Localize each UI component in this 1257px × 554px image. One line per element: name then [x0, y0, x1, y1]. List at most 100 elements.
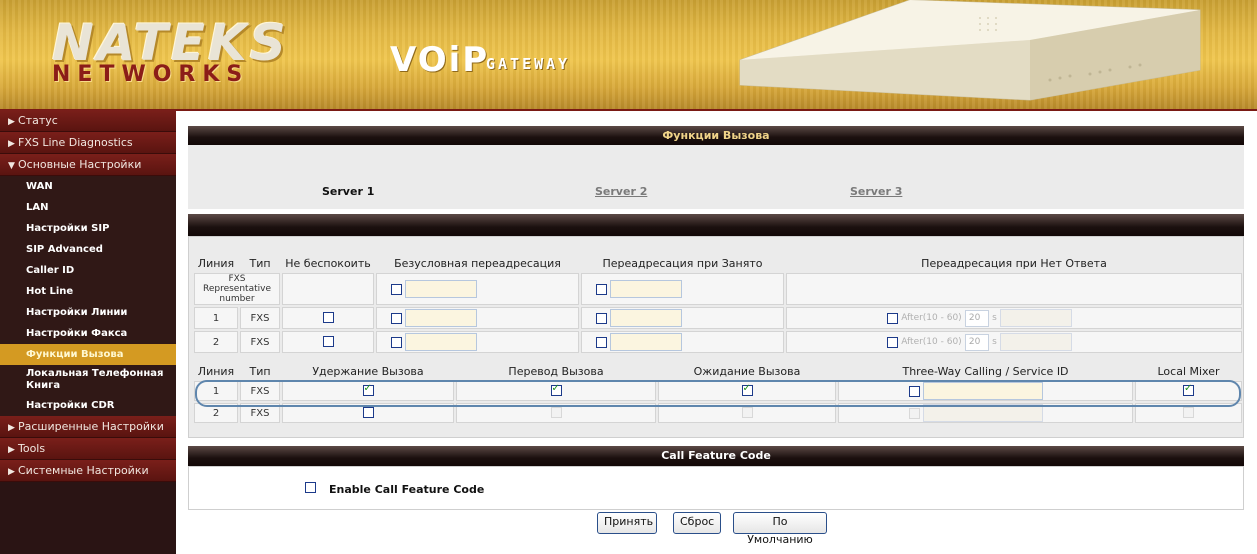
- seconds-unit: s: [992, 337, 997, 347]
- service-id-input[interactable]: [923, 382, 1044, 400]
- local-mixer-checkbox[interactable]: [1183, 383, 1194, 397]
- busy-number-input[interactable]: [610, 309, 683, 327]
- triangle-right-icon: ▶: [8, 467, 15, 477]
- mixer-cell: [1135, 403, 1242, 423]
- three-way-checkbox[interactable]: [909, 407, 920, 419]
- sidebar-item-line-settings[interactable]: Настройки Линии: [0, 302, 176, 323]
- sidebar-item-lan[interactable]: LAN: [0, 197, 176, 218]
- transfer-cell: [456, 403, 656, 423]
- call-waiting-checkbox[interactable]: [741, 383, 753, 397]
- sidebar-section-basic-settings[interactable]: ▼ Основные Настройки: [0, 154, 176, 176]
- empty-cell: [282, 273, 374, 305]
- busy-checkbox[interactable]: [596, 336, 607, 348]
- dnd-cell: [282, 307, 374, 329]
- unconditional-number-input[interactable]: [405, 280, 478, 298]
- sidebar-section-label: Системные Настройки: [18, 464, 149, 477]
- sidebar: ▶ Статус ▶ FXS Line Diagnostics ▼ Основные …: [0, 110, 176, 554]
- cfc-title: Call Feature Code: [188, 446, 1244, 466]
- sidebar-section-status[interactable]: ▶ Статус: [0, 110, 176, 132]
- call-transfer-checkbox[interactable]: [550, 407, 562, 419]
- sidebar-section-tools[interactable]: ▶ Tools: [0, 438, 176, 460]
- column-header: Безусловная переадресация: [394, 257, 561, 270]
- call-hold-checkbox[interactable]: [362, 383, 374, 397]
- column-header: Не беспокоить: [285, 257, 371, 270]
- line-number: 1: [194, 381, 238, 401]
- no-answer-number-input[interactable]: [999, 333, 1072, 351]
- unconditional-number-input[interactable]: [405, 333, 478, 351]
- dnd-checkbox[interactable]: [322, 312, 334, 324]
- busy-checkbox[interactable]: [596, 283, 607, 295]
- sidebar-item-phone-book[interactable]: Локальная Телефонная Книга: [0, 365, 176, 395]
- three-way-checkbox[interactable]: [909, 385, 920, 397]
- busy-number-input[interactable]: [610, 280, 683, 298]
- after-label: After(10 - 60): [901, 337, 962, 347]
- line-type: FXS: [240, 403, 280, 423]
- no-answer-number-input[interactable]: [999, 309, 1072, 327]
- line-number: 2: [194, 403, 238, 423]
- no-answer-checkbox[interactable]: [887, 336, 898, 348]
- no-answer-cell: After(10 - 60) 20 s: [786, 331, 1242, 353]
- triangle-right-icon: ▶: [8, 445, 15, 455]
- sidebar-item-sip-advanced[interactable]: SIP Advanced: [0, 239, 176, 260]
- tab-server-2[interactable]: Server 2: [595, 185, 647, 198]
- line-type: FXS: [240, 307, 280, 329]
- sidebar-section-label: Tools: [18, 442, 46, 455]
- apply-button[interactable]: Принять: [597, 512, 657, 534]
- local-mixer-checkbox[interactable]: [1183, 407, 1194, 419]
- column-header: Линия: [197, 257, 235, 270]
- triangle-right-icon: ▶: [8, 117, 15, 127]
- sidebar-item-call-features[interactable]: Функции Вызова: [0, 344, 176, 365]
- sidebar-item-fax-settings[interactable]: Настройки Факса: [0, 323, 176, 344]
- sidebar-section-fxs-diagnostics[interactable]: ▶ FXS Line Diagnostics: [0, 132, 176, 154]
- tab-server-1[interactable]: Server 1: [322, 185, 374, 198]
- dnd-checkbox[interactable]: [322, 336, 334, 348]
- tab-server-3[interactable]: Server 3: [850, 185, 902, 198]
- service-id-input[interactable]: [923, 404, 1044, 422]
- after-seconds-input[interactable]: 20: [964, 333, 989, 351]
- sidebar-item-wan[interactable]: WAN: [0, 176, 176, 197]
- sidebar-item-cdr-settings[interactable]: Настройки CDR: [0, 395, 176, 416]
- sidebar-section-advanced-settings[interactable]: ▶ Расширенные Настройки: [0, 416, 176, 438]
- unconditional-checkbox[interactable]: [391, 283, 402, 295]
- mixer-cell: [1135, 381, 1242, 401]
- after-seconds-input[interactable]: 20: [964, 309, 989, 327]
- call-transfer-checkbox[interactable]: [550, 383, 562, 397]
- unconditional-checkbox[interactable]: [391, 312, 402, 324]
- server-tabs: Server 1 Server 2 Server 3: [188, 145, 1244, 209]
- busy-cell: [581, 331, 784, 353]
- table-row: FXS Representative number: [194, 273, 1242, 305]
- hold-cell: [282, 403, 454, 423]
- busy-cell: [581, 273, 784, 305]
- call-waiting-checkbox[interactable]: [741, 407, 753, 419]
- column-header: Переадресация при Занято: [602, 257, 763, 270]
- sidebar-item-sip-settings[interactable]: Настройки SIP: [0, 218, 176, 239]
- column-header: Тип: [249, 365, 271, 378]
- sidebar-section-label: Статус: [18, 114, 58, 127]
- enable-cfc-label: Enable Call Feature Code: [329, 483, 485, 496]
- default-button[interactable]: По Умолчанию: [733, 512, 827, 546]
- reset-button[interactable]: Сброс: [673, 512, 721, 534]
- header-banner: NATEKS NETWORKS VOiP GATEWAY: [0, 0, 1257, 111]
- busy-checkbox[interactable]: [596, 312, 607, 324]
- column-header: Удержание Вызова: [312, 365, 424, 378]
- sidebar-item-caller-id[interactable]: Caller ID: [0, 260, 176, 281]
- no-answer-checkbox[interactable]: [887, 312, 898, 324]
- line-number: 2: [194, 331, 238, 353]
- unconditional-number-input[interactable]: [405, 309, 478, 327]
- hold-cell: [282, 381, 454, 401]
- unconditional-cell: [376, 273, 579, 305]
- table-row: 1 FXS After(10 - 60) 20 s: [194, 307, 1242, 329]
- sidebar-section-system-settings[interactable]: ▶ Системные Настройки: [0, 460, 176, 482]
- call-hold-checkbox[interactable]: [362, 407, 374, 419]
- table-row: 2 FXS: [194, 403, 1242, 423]
- unconditional-cell: [376, 331, 579, 353]
- enable-cfc-checkbox[interactable]: [305, 482, 316, 493]
- busy-number-input[interactable]: [610, 333, 683, 351]
- no-answer-cell: After(10 - 60) 20 s: [786, 307, 1242, 329]
- cfc-panel: Enable Call Feature Code: [188, 466, 1244, 510]
- three-way-cell: [838, 381, 1133, 401]
- sidebar-item-hot-line[interactable]: Hot Line: [0, 281, 176, 302]
- product-gateway-logo: GATEWAY: [486, 55, 571, 73]
- unconditional-checkbox[interactable]: [391, 336, 402, 348]
- dnd-cell: [282, 331, 374, 353]
